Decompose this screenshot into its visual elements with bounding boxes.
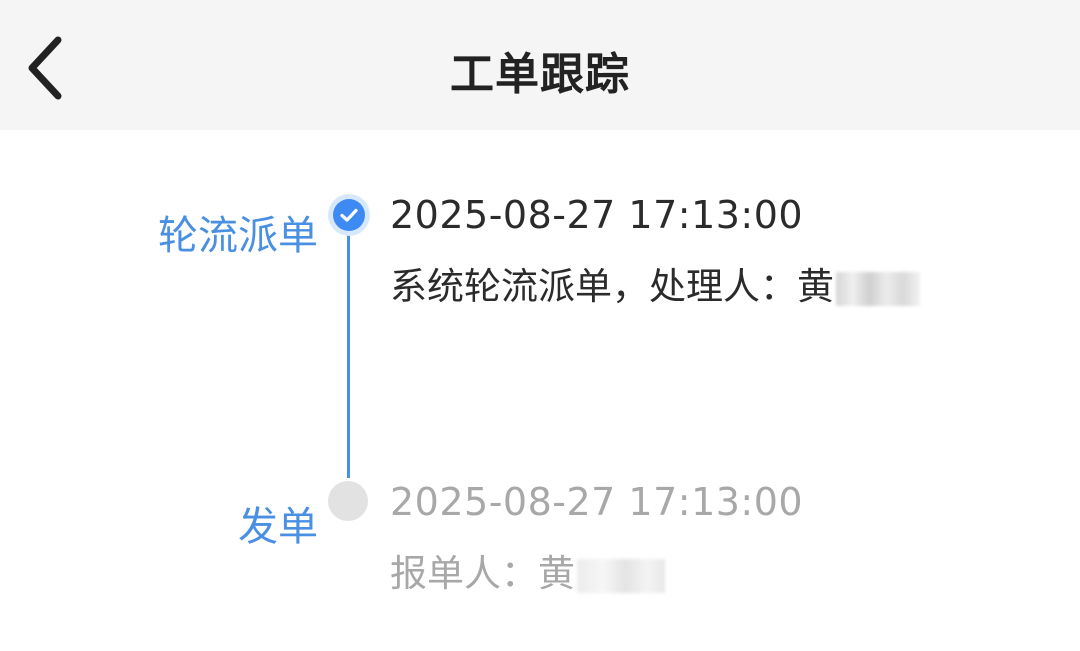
step-label-submit: 发单 <box>238 504 318 550</box>
step-desc-submit: 报单人：黄 <box>390 543 665 597</box>
step-desc-dispatch: 系统轮流派单，处理人：黄 <box>390 256 920 310</box>
step-desc-text: 系统轮流派单，处理人：黄 <box>390 265 834 308</box>
step-desc-text: 报单人：黄 <box>390 552 575 595</box>
redacted-name <box>836 271 920 306</box>
gray-dot-icon <box>328 481 368 521</box>
step-time-submit: 2025-08-27 17:13:00 <box>390 480 804 524</box>
step-time-dispatch: 2025-08-27 17:13:00 <box>390 193 804 237</box>
timeline-connector <box>347 234 350 478</box>
step-label-dispatch: 轮流派单 <box>158 213 318 259</box>
check-circle-icon <box>328 194 370 236</box>
page-title: 工单跟踪 <box>450 49 630 100</box>
top-nav-bar: 工单跟踪 <box>0 0 1080 130</box>
redacted-name <box>577 558 665 593</box>
